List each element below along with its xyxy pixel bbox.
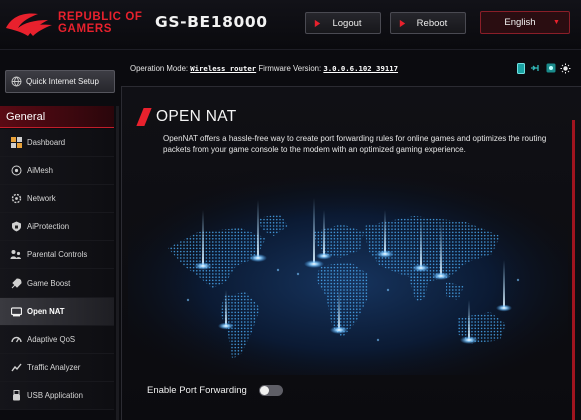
logout-button[interactable]: Logout [305,12,381,34]
traffic-analyzer-icon [5,362,27,373]
reboot-button[interactable]: Reboot [390,12,466,34]
sidebar-section-general: General [0,106,114,128]
usb-application-icon [5,389,27,401]
language-value: English [504,17,536,28]
sidebar-item-game-boost[interactable]: Game Boost [0,269,114,298]
usb-icon[interactable] [530,62,541,74]
settings-sun-icon[interactable] [560,62,571,74]
sidebar-item-label: AiProtection [27,222,70,232]
router-model: GS-BE18000 [155,13,268,31]
op-mode-label: Operation Mode: [130,64,189,73]
port-forwarding-toggle[interactable] [258,385,283,396]
app-icon[interactable] [545,62,556,74]
sidebar-item-network[interactable]: Network [0,185,114,214]
sidebar-item-label: Dashboard [27,138,66,148]
sidebar-scrollbar[interactable] [116,106,119,420]
adaptive-qos-icon [5,334,27,345]
arrow-right-icon [306,19,328,28]
sidebar-item-open-nat[interactable]: Open NAT [0,297,114,326]
sidebar-item-label: Traffic Analyzer [27,362,81,372]
brand-name: REPUBLIC OF GAMERS [58,11,143,35]
sidebar-item-label: AiMesh [27,166,53,176]
page-title-text: OPEN NAT [156,108,237,125]
sidebar-item-dashboard[interactable]: Dashboard [0,129,114,158]
brand-line-1: REPUBLIC OF [58,11,143,23]
open-nat-icon [5,306,27,317]
rog-eye-logo-icon [6,13,52,37]
quick-setup-label: Quick Internet Setup [26,77,99,86]
aiprotection-icon [5,221,27,232]
page-title: OPEN NAT [136,108,237,126]
page-description: OpenNAT offers a hassle-free way to crea… [163,134,547,154]
guest-network-icon[interactable] [515,62,526,74]
panel-accent-edge [572,120,575,420]
port-forwarding-row: Enable Port Forwarding [147,385,283,396]
sidebar-menu: Dashboard AiMesh Network AiProtection Pa… [0,129,114,410]
port-forwarding-label: Enable Port Forwarding [147,385,247,396]
operation-mode-bar: Operation Mode: Wireless router Firmware… [130,64,398,73]
chevron-down-icon: ▼ [553,19,560,26]
firmware-label: Firmware Version: [258,64,322,73]
game-boost-icon [5,278,27,289]
arrow-right-icon [391,19,413,28]
brand-line-2: GAMERS [58,23,113,35]
firmware-link[interactable]: 3.0.0.6.102_39117 [323,64,398,73]
parental-controls-icon [5,249,27,260]
sidebar-item-label: Network [27,194,56,204]
sidebar-item-traffic-analyzer[interactable]: Traffic Analyzer [0,353,114,382]
dashboard-icon [5,137,27,149]
sidebar-item-aiprotection[interactable]: AiProtection [0,213,114,242]
sidebar-item-label: Open NAT [27,306,65,316]
sidebar-item-parental-controls[interactable]: Parental Controls [0,241,114,270]
logout-label: Logout [332,17,362,29]
sidebar-item-label: Parental Controls [27,250,88,260]
top-header: REPUBLIC OF GAMERS GS-BE18000 Logout Reb… [0,0,581,50]
globe-icon [6,76,26,87]
network-icon [5,193,27,204]
aimesh-icon [5,165,27,176]
sidebar-item-label: Adaptive QoS [27,334,76,344]
sidebar-item-label: USB Application [27,390,83,400]
language-select[interactable]: English ▼ [480,11,570,34]
toggle-knob [259,386,269,395]
sidebar-item-aimesh[interactable]: AiMesh [0,157,114,186]
status-icons [515,62,571,74]
sidebar-item-adaptive-qos[interactable]: Adaptive QoS [0,325,114,354]
op-mode-link[interactable]: Wireless router [190,64,256,73]
reboot-label: Reboot [416,17,448,29]
world-map-illustration [128,170,568,375]
quick-internet-setup-button[interactable]: Quick Internet Setup [5,70,115,93]
sidebar-item-usb-application[interactable]: USB Application [0,381,114,410]
sidebar-item-label: Game Boost [27,278,71,288]
